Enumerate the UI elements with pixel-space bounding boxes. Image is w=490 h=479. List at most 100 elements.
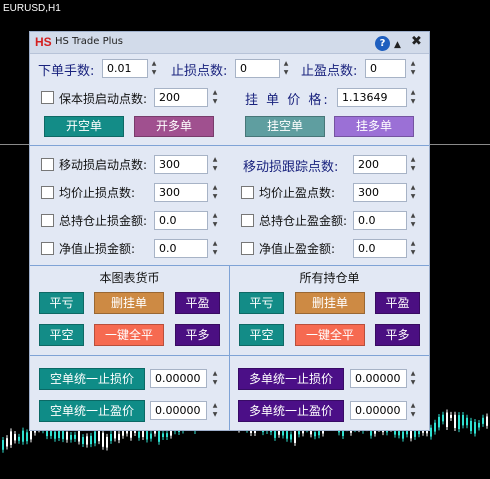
trailing-step-input[interactable]: 200 <box>353 155 407 174</box>
buy-unified-sl-input[interactable]: 0.00000 <box>350 369 407 388</box>
trailing-start-label: 移动损启动点数: <box>59 158 148 172</box>
close-all-button[interactable]: 一键全平 <box>94 324 164 346</box>
trailing-step-label: 移动损跟踪点数: <box>243 160 339 175</box>
trailing-step-stepper[interactable]: ▲ ▼ <box>408 155 418 174</box>
column-divider <box>229 265 230 430</box>
candle-body <box>102 432 104 447</box>
all-close-buys-button[interactable]: 平多 <box>375 324 420 346</box>
trade-panel: HS HS Trade Plus ? ▲ ✖ 下单手数: 0.01 ▲ ▼ 止损点… <box>29 31 430 431</box>
candle-body <box>90 435 92 445</box>
candle-body <box>66 431 68 440</box>
candle-body <box>314 432 316 437</box>
avg-stop-loss-checkbox[interactable] <box>41 186 54 199</box>
candle-body <box>430 427 432 437</box>
candle-body <box>478 423 480 428</box>
buy-unified-sl-button[interactable]: 多单统一止损价 <box>238 368 344 390</box>
lot-size-input[interactable]: 0.01 <box>102 59 148 78</box>
candle-body <box>166 433 168 437</box>
sell-unified-tp-input[interactable]: 0.00000 <box>150 401 207 420</box>
sell-unified-sl-input[interactable]: 0.00000 <box>150 369 207 388</box>
total-stop-loss-input[interactable]: 0.0 <box>154 211 208 230</box>
sell-unified-tp-stepper[interactable]: ▲ ▼ <box>210 401 220 420</box>
candle-body <box>462 414 464 426</box>
trailing-start-stepper[interactable]: ▲ ▼ <box>210 155 220 174</box>
lot-size-stepper[interactable]: ▲ ▼ <box>149 59 159 78</box>
sell-unified-tp-button[interactable]: 空单统一止盈价 <box>39 400 145 422</box>
breakeven-start-stepper[interactable]: ▲ ▼ <box>210 88 220 107</box>
all-delete-pending-button[interactable]: 删挂单 <box>295 292 365 314</box>
close-icon[interactable]: ✖ <box>411 34 422 50</box>
total-stop-loss-label: 总持仓止损金额: <box>59 214 148 228</box>
net-stop-loss-stepper[interactable]: ▲ ▼ <box>210 239 220 258</box>
stop-loss-points-stepper[interactable]: ▲ ▼ <box>281 59 291 78</box>
buy-unified-tp-stepper[interactable]: ▲ ▼ <box>408 401 418 420</box>
trailing-stop-checkbox[interactable] <box>41 158 54 171</box>
buy-unified-tp-button[interactable]: 多单统一止盈价 <box>238 400 344 422</box>
candle-body <box>466 417 468 426</box>
breakeven-start-input[interactable]: 200 <box>154 88 208 107</box>
avg-take-profit-label: 均价止盈点数: <box>259 186 336 200</box>
total-stop-loss-stepper[interactable]: ▲ ▼ <box>210 211 220 230</box>
buy-unified-tp-input[interactable]: 0.00000 <box>350 401 407 420</box>
open-sell-button[interactable]: 开空单 <box>44 116 124 137</box>
breakeven-checkbox[interactable] <box>41 91 54 104</box>
trailing-start-input[interactable]: 300 <box>154 155 208 174</box>
stop-loss-points-label: 止损点数: <box>171 64 228 79</box>
candle-body <box>54 431 56 439</box>
all-positions-section-title: 所有持仓单 <box>299 271 360 285</box>
take-profit-points-label: 止盈点数: <box>301 64 358 79</box>
candle-body <box>438 416 440 428</box>
avg-stop-loss-stepper[interactable]: ▲ ▼ <box>210 183 220 202</box>
avg-take-profit-input[interactable]: 300 <box>353 183 407 202</box>
candle-body <box>26 432 28 442</box>
avg-take-profit-checkbox[interactable] <box>241 186 254 199</box>
take-profit-points-input[interactable]: 0 <box>365 59 406 78</box>
minimize-icon[interactable]: ▲ <box>394 37 401 53</box>
sell-unified-sl-stepper[interactable]: ▲ ▼ <box>210 369 220 388</box>
all-close-losing-button[interactable]: 平亏 <box>239 292 284 314</box>
total-take-profit-input[interactable]: 0.0 <box>353 211 407 230</box>
delete-pending-button[interactable]: 删挂单 <box>94 292 164 314</box>
net-stop-loss-input[interactable]: 0.0 <box>154 239 208 258</box>
total-stop-loss-checkbox[interactable] <box>41 214 54 227</box>
sell-unified-sl-button[interactable]: 空单统一止损价 <box>39 368 145 390</box>
app-logo: HS <box>35 35 52 49</box>
close-winning-button[interactable]: 平盈 <box>175 292 220 314</box>
net-take-profit-stepper[interactable]: ▲ ▼ <box>408 239 418 258</box>
all-close-all-button[interactable]: 一键全平 <box>295 324 365 346</box>
pending-buy-button[interactable]: 挂多单 <box>334 116 414 137</box>
candle-body <box>294 429 296 443</box>
candle-body <box>106 436 108 448</box>
candle-body <box>114 430 116 439</box>
avg-take-profit-stepper[interactable]: ▲ ▼ <box>408 183 418 202</box>
open-buy-button[interactable]: 开多单 <box>134 116 214 137</box>
panel-title: HS Trade Plus <box>55 36 123 47</box>
help-icon[interactable]: ? <box>375 36 390 51</box>
total-take-profit-stepper[interactable]: ▲ ▼ <box>408 211 418 230</box>
close-sells-button[interactable]: 平空 <box>39 324 84 346</box>
candle-body <box>138 431 140 438</box>
all-close-sells-button[interactable]: 平空 <box>239 324 284 346</box>
candle-body <box>82 437 84 444</box>
close-buys-button[interactable]: 平多 <box>175 324 220 346</box>
avg-stop-loss-input[interactable]: 300 <box>154 183 208 202</box>
pending-sell-button[interactable]: 挂空单 <box>245 116 325 137</box>
stop-loss-points-input[interactable]: 0 <box>235 59 280 78</box>
candle-body <box>402 431 404 439</box>
pending-price-input[interactable]: 1.13649 <box>337 88 407 107</box>
take-profit-points-stepper[interactable]: ▲ ▼ <box>408 59 418 78</box>
total-take-profit-label: 总持仓止盈金额: <box>259 214 348 228</box>
candle-body <box>18 436 20 441</box>
close-losing-button[interactable]: 平亏 <box>39 292 84 314</box>
net-take-profit-input[interactable]: 0.0 <box>353 239 407 258</box>
all-close-winning-button[interactable]: 平盈 <box>375 292 420 314</box>
candle-body <box>10 431 12 445</box>
pending-price-stepper[interactable]: ▲ ▼ <box>408 88 418 107</box>
total-take-profit-checkbox[interactable] <box>241 214 254 227</box>
net-stop-loss-checkbox[interactable] <box>41 242 54 255</box>
buy-unified-sl-stepper[interactable]: ▲ ▼ <box>408 369 418 388</box>
candle-body <box>454 414 456 428</box>
net-take-profit-checkbox[interactable] <box>241 242 254 255</box>
panel-titlebar[interactable]: HS HS Trade Plus ? ▲ ✖ <box>30 32 429 54</box>
avg-stop-loss-label: 均价止损点数: <box>59 186 136 200</box>
